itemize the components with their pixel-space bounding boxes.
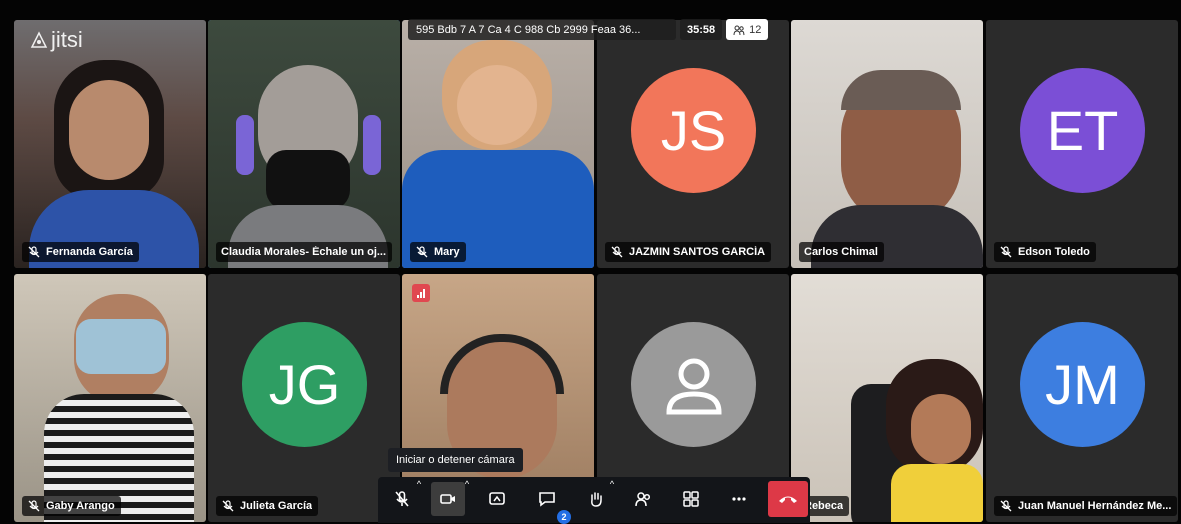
more-options-button[interactable] (722, 482, 756, 516)
participant-tile-jazmin[interactable]: JS JAZMIN SANTOS GARCÍA (597, 20, 789, 268)
mic-muted-icon (28, 500, 40, 512)
participant-name: Mary (434, 246, 460, 258)
screen-share-button[interactable] (480, 482, 514, 516)
participant-count: 12 (749, 23, 762, 36)
participant-tile-claudia[interactable]: Claudia Morales- Échale un oj... (208, 20, 400, 268)
meeting-subject: 595 Bdb 7 A 7 Ca 4 C 988 Cb 2999 Feaa 36… (408, 19, 676, 40)
conference-info-bar: 595 Bdb 7 A 7 Ca 4 C 988 Cb 2999 Feaa 36… (408, 19, 769, 40)
nameplate: Fernanda García (22, 242, 139, 262)
video-feed (208, 20, 400, 268)
hangup-button[interactable] (768, 481, 808, 517)
participant-tile-rebeca[interactable]: Rebeca (791, 274, 983, 522)
participant-name: Gaby Arango (46, 500, 115, 512)
jitsi-logo-icon (30, 31, 48, 48)
toolbar: ^ ^ 2 ^ (378, 477, 810, 524)
participant-tile-julieta[interactable]: JG Julieta García (208, 274, 400, 522)
nameplate: Gaby Arango (22, 496, 121, 516)
user-icon (665, 358, 722, 414)
participant-name: Juan Manuel Hernández Me... (1018, 500, 1172, 512)
meeting-timer: 35:58 (680, 19, 723, 40)
video-feed (791, 274, 983, 522)
participant-tile-gaby[interactable]: Gaby Arango (14, 274, 206, 522)
mic-muted-icon (416, 246, 428, 258)
mic-muted-icon (611, 246, 623, 258)
nameplate: Carlos Chimal (799, 242, 884, 262)
chat-icon (539, 492, 555, 507)
camera-button[interactable] (431, 482, 465, 516)
mic-muted-icon (1000, 246, 1012, 258)
screen-share-icon (489, 492, 505, 505)
nameplate: Juan Manuel Hernández Me... (994, 496, 1178, 516)
tile-view-button[interactable] (674, 482, 708, 516)
participant-tile-edson[interactable]: ET Edson Toledo (986, 20, 1178, 268)
avatar: JS (631, 68, 756, 193)
participant-name: Julieta García (240, 500, 313, 512)
participants-icon (635, 492, 651, 507)
participant-tile-mary[interactable]: Mary (402, 20, 594, 268)
participant-name: Carlos Chimal (804, 246, 878, 258)
raise-hand-icon (591, 492, 602, 507)
avatar-initials: JM (1045, 353, 1120, 416)
participant-name: Fernanda García (46, 246, 133, 258)
participant-count-button[interactable]: 12 (726, 19, 769, 40)
video-feed (14, 274, 206, 522)
avatar (631, 322, 756, 447)
camera-icon (440, 494, 455, 504)
more-icon (732, 497, 746, 501)
jitsi-logo: jitsi (30, 27, 83, 53)
nameplate: JAZMIN SANTOS GARCÍA (605, 242, 772, 262)
participant-name: Claudia Morales- Échale un oj... (221, 246, 387, 258)
participant-name: JAZMIN SANTOS GARCÍA (629, 246, 766, 258)
nameplate: Mary (410, 242, 466, 262)
participant-tile-fernanda[interactable]: Fernanda García (14, 20, 206, 268)
chat-unread-badge: 2 (557, 510, 571, 524)
avatar-initials: ET (1046, 99, 1119, 162)
avatar-initials: JG (268, 353, 341, 416)
participants-icon (733, 25, 745, 35)
video-feed (402, 20, 594, 268)
mic-muted-icon (28, 246, 40, 258)
camera-options-chevron-icon[interactable]: ^ (462, 479, 472, 489)
reactions-chevron-icon[interactable]: ^ (607, 479, 617, 489)
nameplate: Edson Toledo (994, 242, 1096, 262)
participant-tile-juan-manuel[interactable]: JM Juan Manuel Hernández Me... (986, 274, 1178, 522)
participant-tile-carlos[interactable]: Carlos Chimal (791, 20, 983, 268)
avatar: ET (1020, 68, 1145, 193)
connection-indicator-icon[interactable] (412, 284, 430, 302)
participant-name: Edson Toledo (1018, 246, 1090, 258)
microphone-options-chevron-icon[interactable]: ^ (414, 479, 424, 489)
mic-muted-icon (1000, 500, 1012, 512)
camera-tooltip: Iniciar o detener cámara (388, 448, 523, 472)
logo-text: jitsi (51, 27, 83, 52)
microphone-muted-icon (395, 491, 409, 507)
tile-view-icon (683, 491, 699, 507)
avatar: JG (242, 322, 367, 447)
avatar: JM (1020, 322, 1145, 447)
mic-muted-icon (222, 500, 234, 512)
nameplate: Julieta García (216, 496, 319, 516)
nameplate: Claudia Morales- Échale un oj... (216, 242, 393, 262)
hangup-icon (779, 496, 797, 503)
participants-button[interactable] (626, 482, 660, 516)
video-feed (14, 20, 206, 268)
video-feed (791, 20, 983, 268)
avatar-initials: JS (660, 99, 727, 162)
